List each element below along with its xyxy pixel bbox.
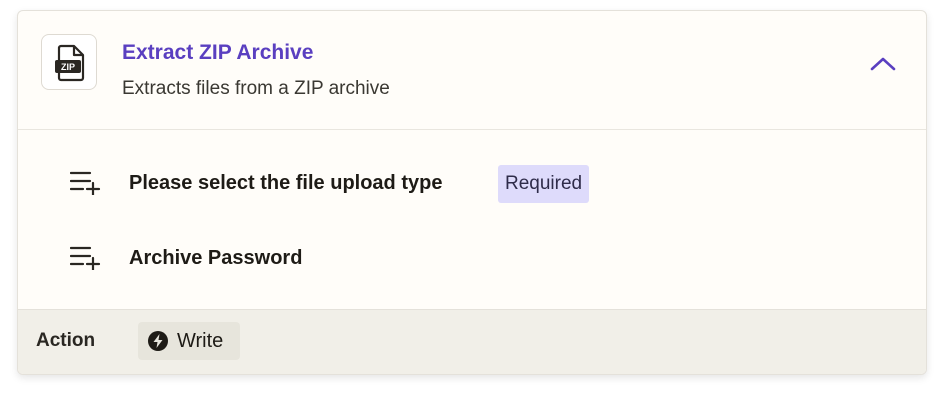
required-badge: Required <box>498 165 590 203</box>
lightning-bolt-icon <box>148 331 168 351</box>
zip-badge-text: ZIP <box>61 62 75 72</box>
step-header[interactable]: ZIP Extract ZIP Archive Extracts files f… <box>18 11 926 130</box>
action-step-card: ZIP Extract ZIP Archive Extracts files f… <box>17 10 927 375</box>
field-archive-password[interactable]: Archive Password <box>70 239 890 279</box>
zip-file-icon: ZIP <box>55 44 85 82</box>
action-type-label: Write <box>177 330 224 352</box>
collapse-button[interactable] <box>866 51 900 79</box>
app-icon: ZIP <box>41 34 97 90</box>
action-type-badge: Write <box>138 322 240 360</box>
add-to-list-icon <box>70 171 101 195</box>
field-file-upload-type[interactable]: Please select the file upload type Requi… <box>70 164 890 204</box>
field-label: Please select the file upload type <box>129 172 443 194</box>
action-label: Action <box>36 330 96 351</box>
step-title: Extract ZIP Archive <box>122 41 314 64</box>
step-subtitle: Extracts files from a ZIP archive <box>122 78 390 99</box>
chevron-up-icon <box>870 57 896 71</box>
step-footer: Action Write <box>18 309 926 374</box>
field-label: Archive Password <box>129 247 303 269</box>
add-to-list-icon <box>70 246 101 270</box>
